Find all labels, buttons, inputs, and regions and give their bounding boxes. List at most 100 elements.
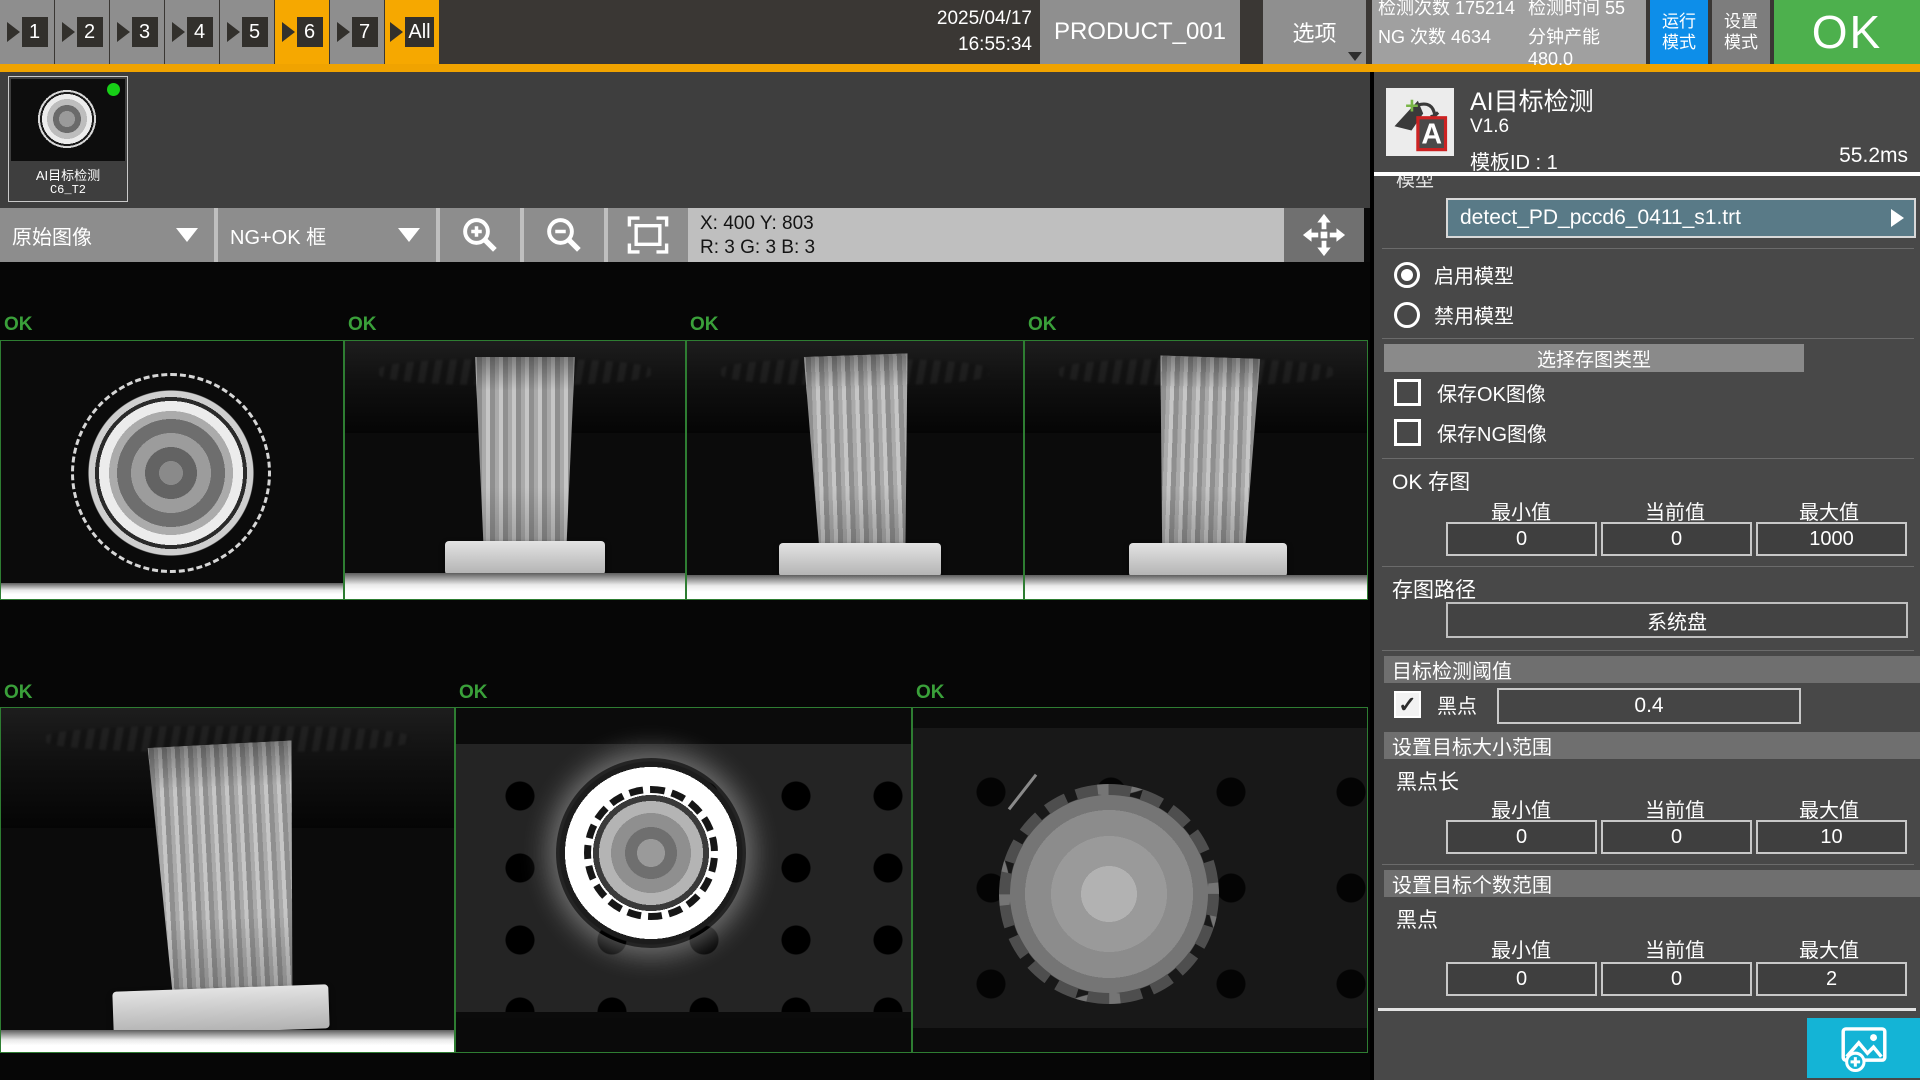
count-cur-input[interactable]: 0 [1601,962,1752,996]
checkbox-checked-icon: ✓ [1394,691,1421,718]
camera-icon [62,22,75,42]
product-selector[interactable]: PRODUCT_001 [1040,0,1240,64]
divider [1382,566,1914,567]
model-file-selector[interactable]: detect_PD_pccd6_0411_s1.trt [1446,198,1916,238]
camera-icon [282,22,295,42]
count-min-input[interactable]: 0 [1446,962,1597,996]
camera-image-brush-side-4[interactable] [0,707,455,1053]
tab-camera-3[interactable]: 3 [110,0,164,64]
date-text: 2025/04/17 [937,6,1032,32]
divider [1382,650,1914,651]
bottom-divider [1378,1008,1916,1011]
camera-image-cap-top[interactable] [0,340,344,600]
camera-icon [337,22,350,42]
cursor-rgb: R: 3 G: 3 B: 3 [700,236,815,260]
result-label: OK [916,682,945,704]
divider [1382,864,1914,865]
stat-label: 检测次数 [1378,0,1450,18]
template-id: 模板ID : 1 [1470,146,1558,175]
camera-image-brush-side-3[interactable] [1024,340,1368,600]
add-save-image-button[interactable] [1807,1018,1920,1078]
execution-time: 55.2ms [1839,144,1908,168]
fit-screen-icon [626,214,670,256]
checkbox-save-ok-images[interactable]: 保存OK图像 [1394,378,1546,407]
product-name: PRODUCT_001 [1054,18,1226,46]
camera-image-brush-side-2[interactable] [686,340,1024,600]
size-column-headers: 最小值 当前值 最大值 [1446,794,1908,823]
size-cur-input[interactable]: 0 [1601,820,1752,854]
stat-label: 检测时间 [1528,0,1600,18]
ok-save-cur-input[interactable]: 0 [1601,522,1752,556]
tab-label: All [405,17,433,47]
save-path-button[interactable]: 系统盘 [1446,602,1908,638]
divider [1382,248,1914,249]
tab-label: 3 [132,17,158,47]
camera-image-brush-side-1[interactable] [344,340,686,600]
divider [1382,338,1914,339]
fit-to-screen-button[interactable] [608,208,688,262]
camera-image-gear-disc[interactable] [912,707,1368,1053]
stat-value: 480.0 [1528,49,1573,69]
pan-move-icon [1301,212,1347,258]
result-label: OK [459,682,488,704]
tool-thumbnail-title: AI目标检测 [9,165,127,184]
zoom-in-button[interactable] [440,208,520,262]
camera-icon [172,22,185,42]
camera-icon [117,22,130,42]
radio-enable-model[interactable]: 启用模型 [1394,260,1514,289]
camera-icon [390,22,403,42]
ok-save-max-input[interactable]: 1000 [1756,522,1907,556]
model-label-clipped: 模型 [1396,176,1476,191]
radio-disable-model[interactable]: 禁用模型 [1394,300,1514,329]
setup-mode-line2: 模式 [1724,32,1758,53]
col-header-cur: 当前值 [1600,934,1750,963]
threshold-value-input[interactable]: 0.4 [1497,688,1801,724]
tab-label: 6 [297,17,323,47]
overlay-mode-dropdown[interactable]: NG+OK 框 [218,208,436,262]
checkbox-black-dot[interactable]: ✓ 黑点 [1394,690,1477,719]
select-save-type-label: 选择存图类型 [1537,345,1651,372]
tab-camera-2[interactable]: 2 [55,0,109,64]
threshold-section-header: 目标检测阈值 [1384,656,1920,683]
count-values: 0 0 2 [1446,962,1911,996]
run-mode-button[interactable]: 运行 模式 [1650,0,1708,64]
tool-thumbnail-ai-detect[interactable]: AI目标检测 C6_T2 [8,76,128,202]
col-header-cur: 当前值 [1600,496,1750,525]
tab-camera-all[interactable]: All [385,0,439,64]
tab-camera-4[interactable]: 4 [165,0,219,64]
setup-mode-button[interactable]: 设置 模式 [1712,0,1770,64]
ok-save-min-input[interactable]: 0 [1446,522,1597,556]
pan-image-button[interactable] [1284,208,1364,262]
size-min-input[interactable]: 0 [1446,820,1597,854]
col-header-max: 最大值 [1754,794,1904,823]
gear-disc-graphic [999,784,1219,1004]
brush-column-graphic [802,353,917,547]
tab-camera-5[interactable]: 5 [220,0,274,64]
options-menu[interactable]: 选项 [1263,0,1366,64]
image-source-dropdown[interactable]: 原始图像 [0,208,214,262]
radio-label: 启用模型 [1434,260,1514,289]
size-max-input[interactable]: 10 [1756,820,1907,854]
col-header-max: 最大值 [1754,934,1904,963]
zoom-out-icon [543,214,585,256]
tab-label: 7 [352,17,378,47]
ai-module-icon: + A [1386,88,1454,156]
tab-camera-7[interactable]: 7 [330,0,384,64]
status-text: OK [1812,5,1882,59]
checkbox-label: 保存OK图像 [1437,378,1546,407]
brush-base-graphic [112,984,329,1036]
result-label: OK [690,314,719,336]
result-label: OK [4,682,33,704]
dark-strip [456,1018,911,1052]
select-save-type-button[interactable]: 选择存图类型 [1384,344,1804,372]
checkbox-save-ng-images[interactable]: 保存NG图像 [1394,418,1547,447]
camera-image-cap-bright[interactable] [455,707,912,1053]
col-header-min: 最小值 [1446,794,1596,823]
stat-label: 分钟产能 [1528,27,1600,47]
stat-value: 55 [1605,0,1625,18]
chevron-right-icon [1891,209,1904,227]
zoom-out-button[interactable] [524,208,604,262]
tab-camera-1[interactable]: 1 [0,0,54,64]
count-max-input[interactable]: 2 [1756,962,1907,996]
tab-camera-6[interactable]: 6 [275,0,329,64]
